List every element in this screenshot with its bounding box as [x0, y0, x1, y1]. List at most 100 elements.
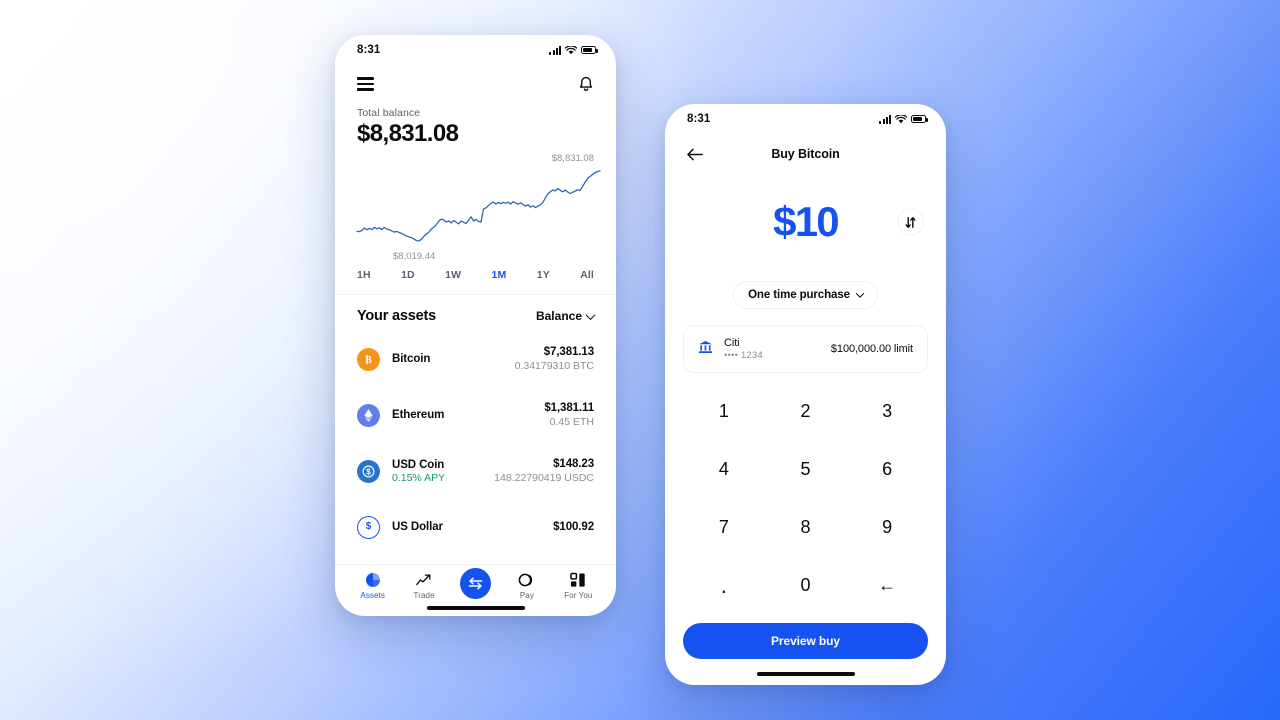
- asset-name: Bitcoin: [392, 353, 431, 365]
- phone-assets-screen: 8:31 Total balance $8,831.08 $8,831.08 $…: [335, 35, 616, 616]
- signal-bars-icon: [549, 45, 561, 55]
- asset-values: $1,381.11 0.45 ETH: [544, 402, 594, 428]
- amount-value: $10: [773, 198, 839, 245]
- asset-fiat-value: $100.92: [553, 521, 594, 533]
- asset-name-block: USD Coin 0.15% APY: [392, 459, 494, 484]
- frequency-zone: One time purchase: [665, 270, 946, 309]
- trend-up-icon: [416, 574, 431, 586]
- payment-method-card[interactable]: Citi •••• 1234 $100,000.00 limit: [683, 325, 928, 373]
- asset-fiat-value: $7,381.13: [543, 346, 594, 358]
- key-0[interactable]: 0: [765, 561, 847, 610]
- range-1w[interactable]: 1W: [445, 269, 461, 281]
- preview-buy-button[interactable]: Preview buy: [683, 623, 928, 660]
- key-8[interactable]: 8: [765, 503, 847, 552]
- swap-vertical-icon: [905, 216, 916, 228]
- status-time: 8:31: [357, 44, 381, 56]
- key-4[interactable]: 4: [683, 445, 765, 494]
- bank-limit: $100,000.00 limit: [830, 343, 913, 355]
- asset-name-block: Bitcoin: [392, 353, 515, 365]
- preview-buy-label: Preview buy: [771, 634, 840, 649]
- total-balance-value: $8,831.08: [357, 120, 459, 147]
- asset-fiat-value: $148.23: [553, 458, 594, 470]
- home-indicator: [756, 672, 855, 676]
- status-time: 8:31: [687, 113, 711, 125]
- list-item[interactable]: $ US Dollar $100.92: [335, 499, 616, 555]
- range-1d[interactable]: 1D: [401, 269, 415, 281]
- range-1y[interactable]: 1Y: [537, 269, 550, 281]
- back-arrow-icon[interactable]: [687, 148, 703, 161]
- bell-icon[interactable]: [578, 76, 594, 93]
- tab-pay[interactable]: Pay: [501, 572, 552, 600]
- key-backspace[interactable]: ←: [846, 561, 928, 610]
- total-balance-block: Total balance $8,831.08: [335, 103, 616, 148]
- range-1h[interactable]: 1H: [357, 269, 371, 281]
- bank-account-mask: •••• 1234: [724, 350, 763, 361]
- tab-swap[interactable]: [450, 568, 501, 602]
- key-9[interactable]: 9: [846, 503, 928, 552]
- range-1m[interactable]: 1M: [492, 269, 507, 281]
- chart-high-label: $8,831.08: [551, 153, 594, 164]
- wifi-icon: [565, 45, 577, 54]
- page-title: Buy Bitcoin: [771, 147, 840, 161]
- wifi-icon: [895, 114, 907, 123]
- asset-name: Ethereum: [392, 409, 445, 421]
- bottom-tab-bar: Assets Trade Pay For You: [335, 564, 616, 616]
- list-item[interactable]: $ USD Coin 0.15% APY $148.23 148.2279041…: [335, 443, 616, 499]
- swap-fab-button[interactable]: [460, 568, 492, 599]
- amount-display-zone: $10: [665, 174, 946, 270]
- tab-trade[interactable]: Trade: [398, 572, 449, 600]
- bank-icon: [698, 340, 713, 359]
- sort-by-dropdown[interactable]: Balance: [536, 309, 596, 323]
- bank-name: Citi: [724, 337, 740, 349]
- usd-icon: $: [357, 515, 380, 539]
- tab-label: Assets: [360, 591, 385, 600]
- grid-icon: [570, 572, 586, 587]
- svg-text:B: B: [365, 355, 372, 366]
- asset-quantity: 0.45 ETH: [549, 416, 594, 428]
- status-bar: 8:31: [665, 104, 946, 134]
- hamburger-menu-icon[interactable]: [357, 77, 374, 91]
- key-2[interactable]: 2: [765, 387, 847, 436]
- asset-name: USD Coin: [392, 458, 445, 471]
- numeric-keypad: 1 2 3 4 5 6 7 8 9 . 0 ←: [665, 373, 946, 619]
- chevron-down-icon: [855, 289, 865, 298]
- home-indicator: [426, 606, 525, 610]
- tab-assets[interactable]: Assets: [347, 572, 398, 600]
- swap-currency-button[interactable]: [897, 208, 924, 236]
- key-3[interactable]: 3: [846, 387, 928, 436]
- range-all[interactable]: All: [580, 269, 594, 281]
- purchase-frequency-dropdown[interactable]: One time purchase: [733, 281, 878, 309]
- svg-text:$: $: [366, 467, 371, 476]
- asset-name-block: US Dollar: [392, 521, 553, 533]
- key-7[interactable]: 7: [683, 503, 765, 552]
- usdc-icon: $: [357, 459, 380, 483]
- status-icons: [879, 114, 928, 124]
- pay-icon: [519, 573, 533, 587]
- asset-values: $148.23 148.22790419 USDC: [494, 458, 594, 484]
- chart-line-svg: [356, 170, 601, 242]
- frequency-label: One time purchase: [748, 289, 850, 301]
- list-item[interactable]: Ethereum $1,381.11 0.45 ETH: [335, 387, 616, 443]
- balance-chart[interactable]: $8,831.08 $8,019.44: [335, 151, 616, 263]
- battery-icon: [581, 45, 598, 55]
- assets-section-header: Your assets Balance: [335, 295, 616, 331]
- signal-bars-icon: [879, 114, 891, 124]
- ethereum-icon: [357, 403, 380, 427]
- asset-quantity: 148.22790419 USDC: [494, 472, 594, 484]
- phone-buy-screen: 8:31 Buy Bitcoin $10 One time purchase C…: [665, 104, 946, 685]
- tab-for-you[interactable]: For You: [553, 572, 604, 600]
- key-5[interactable]: 5: [765, 445, 847, 494]
- asset-name-block: Ethereum: [392, 409, 544, 421]
- tab-label: Pay: [519, 591, 534, 600]
- list-item[interactable]: B Bitcoin $7,381.13 0.34179310 BTC: [335, 331, 616, 387]
- top-nav-bar: [335, 65, 616, 103]
- tab-label: Trade: [413, 591, 435, 600]
- bank-details: Citi •••• 1234: [724, 337, 831, 361]
- key-1[interactable]: 1: [683, 387, 765, 436]
- asset-fiat-value: $1,381.11: [544, 402, 594, 414]
- time-range-selector[interactable]: 1H 1D 1W 1M 1Y All: [335, 263, 616, 281]
- key-6[interactable]: 6: [846, 445, 928, 494]
- asset-values: $7,381.13 0.34179310 BTC: [515, 346, 595, 372]
- key-decimal[interactable]: .: [683, 561, 765, 610]
- battery-icon: [911, 114, 928, 124]
